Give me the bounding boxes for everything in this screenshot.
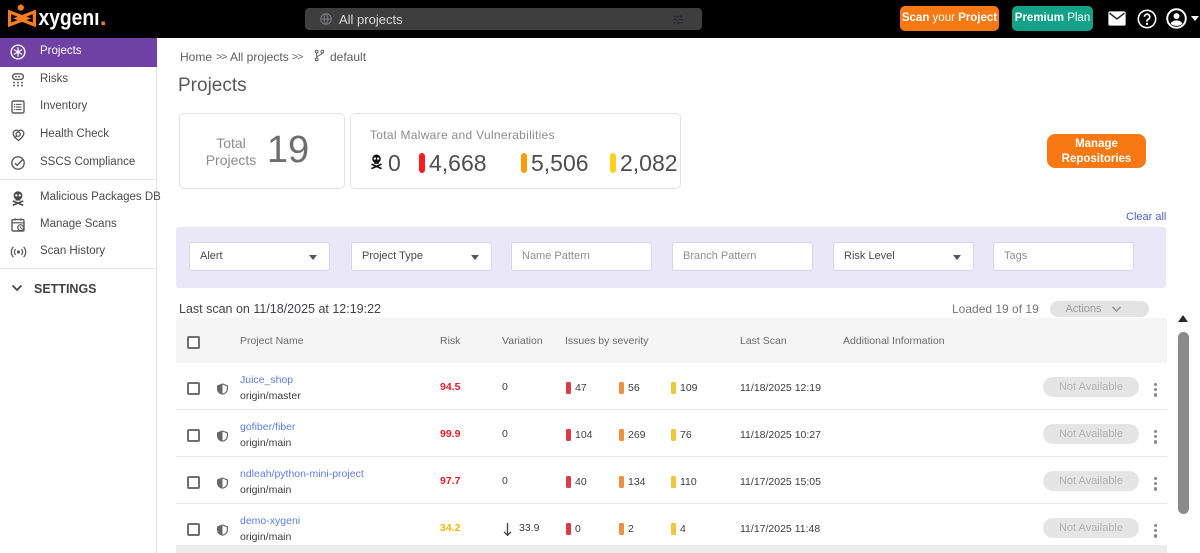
svg-text:xygenı: xygenı xyxy=(39,5,100,30)
